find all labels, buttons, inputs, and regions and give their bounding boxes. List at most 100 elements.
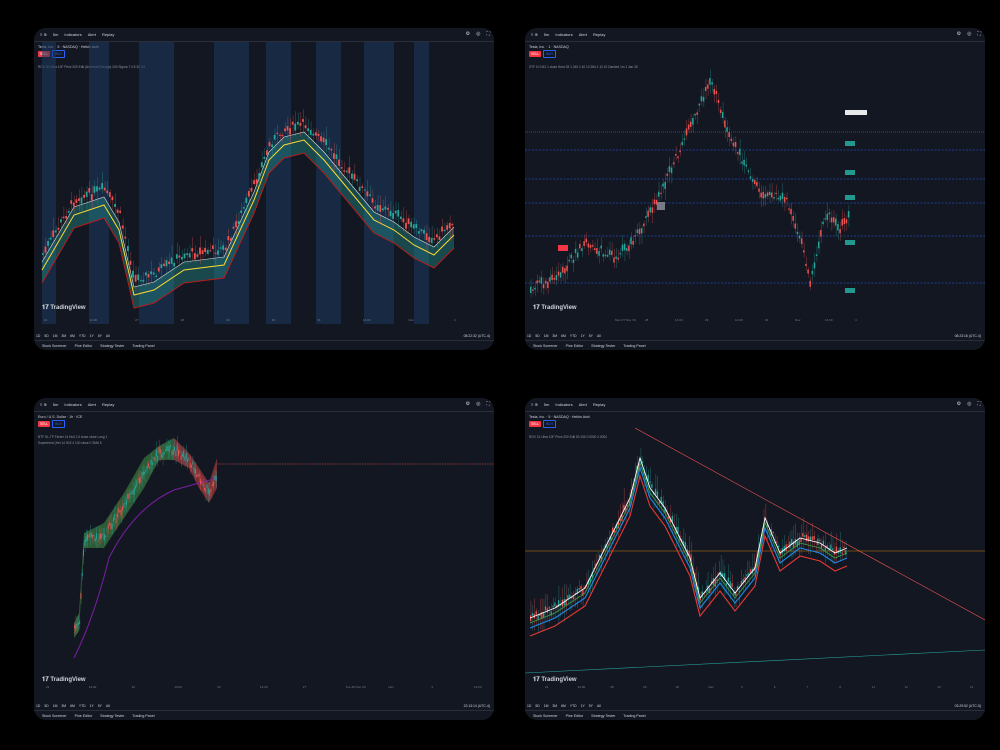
range-5y[interactable]: 5Y bbox=[98, 334, 102, 338]
candle bbox=[114, 203, 116, 207]
candle bbox=[572, 259, 575, 263]
price-chart[interactable]: 31 12:00 27 28 29 30 31 12:00 Nov 4 bbox=[34, 28, 494, 350]
range-1m[interactable]: 1M bbox=[53, 704, 58, 708]
x-tick-label: Dec bbox=[708, 685, 714, 689]
chart-panel-2[interactable]: ≡ ⊕ 5m Indicators Alert Replay ⚙ ◎ ⛶ Tesla… bbox=[525, 28, 985, 350]
candle bbox=[77, 622, 79, 625]
candle bbox=[123, 503, 125, 508]
level-label bbox=[845, 110, 867, 115]
candle bbox=[343, 170, 346, 172]
price-chart[interactable]: 21 12:00 28 29 30 Dec 5 6 7 8 11 12 13 14 bbox=[525, 398, 985, 720]
candle bbox=[78, 198, 80, 201]
tab-stock-screener[interactable]: Stock Screener bbox=[42, 714, 67, 718]
range-all[interactable]: All bbox=[597, 704, 601, 708]
x-tick-label: 12:00 bbox=[90, 318, 98, 322]
range-ytd[interactable]: YTD bbox=[570, 704, 577, 708]
price-chart[interactable]: 21 12:00 22 12:00 23 12:00 27 Tue 28 Nov '23 Nov… bbox=[34, 398, 494, 720]
range-all[interactable]: All bbox=[597, 334, 601, 338]
range-6m[interactable]: 6M bbox=[70, 334, 75, 338]
candle bbox=[163, 452, 165, 455]
clock[interactable]: 08:22:32 (UTC-4) bbox=[464, 334, 490, 338]
candle bbox=[845, 219, 848, 224]
candle bbox=[788, 208, 790, 210]
candle bbox=[773, 197, 775, 199]
range-1d[interactable]: 1D bbox=[527, 704, 531, 708]
tab-strategy-tester[interactable]: Strategy Tester bbox=[591, 714, 615, 718]
range-ytd[interactable]: YTD bbox=[79, 334, 86, 338]
candle bbox=[232, 226, 235, 229]
chart-panel-4[interactable]: ≡ ⊕ 5m Indicators Alert Replay ⚙ ◎ ⛶ Tesla… bbox=[525, 398, 985, 720]
range-1y[interactable]: 1Y bbox=[581, 334, 585, 338]
range-ytd[interactable]: YTD bbox=[79, 704, 86, 708]
range-1d[interactable]: 1D bbox=[36, 334, 40, 338]
bottom-panel-tabs: Stock Screener Pine Editor Strategy Test… bbox=[34, 710, 494, 720]
candle bbox=[181, 256, 183, 260]
range-5d[interactable]: 5D bbox=[44, 334, 48, 338]
candle bbox=[813, 262, 816, 269]
tab-strategy-tester[interactable]: Strategy Tester bbox=[100, 344, 124, 348]
tab-stock-screener[interactable]: Stock Screener bbox=[533, 714, 558, 718]
session-bands bbox=[42, 42, 429, 324]
tab-trading-panel[interactable]: Trading Panel bbox=[623, 714, 645, 718]
range-1d[interactable]: 1D bbox=[36, 704, 40, 708]
tab-pine-editor[interactable]: Pine Editor bbox=[566, 344, 584, 348]
tab-trading-panel[interactable]: Trading Panel bbox=[623, 344, 645, 348]
tab-stock-screener[interactable]: Stock Screener bbox=[533, 344, 558, 348]
range-5y[interactable]: 5Y bbox=[589, 334, 593, 338]
tab-trading-panel[interactable]: Trading Panel bbox=[132, 344, 154, 348]
range-5d[interactable]: 5D bbox=[44, 704, 48, 708]
tab-pine-editor[interactable]: Pine Editor bbox=[566, 714, 584, 718]
range-5y[interactable]: 5Y bbox=[98, 704, 102, 708]
candle bbox=[534, 287, 536, 290]
x-tick-label: 4 bbox=[454, 318, 456, 322]
range-5d[interactable]: 5D bbox=[535, 334, 539, 338]
x-tick-label: 5 bbox=[741, 685, 743, 689]
range-ytd[interactable]: YTD bbox=[570, 334, 577, 338]
candle bbox=[826, 213, 829, 220]
range-3m[interactable]: 3M bbox=[552, 334, 557, 338]
range-5d[interactable]: 5D bbox=[535, 704, 539, 708]
range-all[interactable]: All bbox=[106, 704, 110, 708]
tab-pine-editor[interactable]: Pine Editor bbox=[75, 714, 93, 718]
candle bbox=[739, 148, 741, 156]
range-1y[interactable]: 1Y bbox=[90, 334, 94, 338]
candle bbox=[191, 465, 192, 468]
tab-trading-panel[interactable]: Trading Panel bbox=[132, 714, 154, 718]
tab-strategy-tester[interactable]: Strategy Tester bbox=[100, 714, 124, 718]
price-chart[interactable]: Mon 27 Nov '23 28 14:00 29 14:00 30 Nov 14:00 4 bbox=[525, 28, 985, 350]
candle bbox=[101, 183, 104, 190]
candle bbox=[180, 455, 182, 460]
candle bbox=[787, 544, 789, 546]
range-1m[interactable]: 1M bbox=[53, 334, 58, 338]
candle bbox=[248, 191, 250, 197]
range-3m[interactable]: 3M bbox=[61, 704, 66, 708]
chart-panel-3[interactable]: ≡ ⊕ 5m Indicators Alert Replay ⚙ ◎ ⛶ Euro … bbox=[34, 398, 494, 720]
tab-stock-screener[interactable]: Stock Screener bbox=[42, 344, 67, 348]
clock[interactable]: 22:13:14 (UTC-4) bbox=[464, 704, 490, 708]
range-3m[interactable]: 3M bbox=[552, 704, 557, 708]
range-5y[interactable]: 5Y bbox=[589, 704, 593, 708]
range-1m[interactable]: 1M bbox=[544, 704, 549, 708]
range-1m[interactable]: 1M bbox=[544, 334, 549, 338]
candle bbox=[103, 187, 106, 191]
candle bbox=[730, 138, 733, 141]
tab-strategy-tester[interactable]: Strategy Tester bbox=[591, 344, 615, 348]
candle bbox=[199, 247, 201, 255]
clock[interactable]: 03:29:52 (UTC-5) bbox=[955, 704, 981, 708]
range-1d[interactable]: 1D bbox=[527, 334, 531, 338]
clock[interactable]: 08:23:16 (UTC-4) bbox=[955, 334, 981, 338]
range-6m[interactable]: 6M bbox=[561, 334, 566, 338]
tab-pine-editor[interactable]: Pine Editor bbox=[75, 344, 93, 348]
candle bbox=[72, 202, 75, 207]
range-1y[interactable]: 1Y bbox=[90, 704, 94, 708]
candle bbox=[128, 493, 130, 499]
chart-panel-1[interactable]: ≡ ⊕ 5m Indicators Alert Replay ⚙ ◎ ⛶ Tesla… bbox=[34, 28, 494, 350]
range-6m[interactable]: 6M bbox=[561, 704, 566, 708]
x-tick-label: 14:00 bbox=[675, 318, 683, 322]
range-1y[interactable]: 1Y bbox=[581, 704, 585, 708]
range-all[interactable]: All bbox=[106, 334, 110, 338]
x-tick-label: Nov bbox=[795, 318, 801, 322]
range-3m[interactable]: 3M bbox=[61, 334, 66, 338]
range-6m[interactable]: 6M bbox=[70, 704, 75, 708]
candle bbox=[397, 210, 400, 217]
